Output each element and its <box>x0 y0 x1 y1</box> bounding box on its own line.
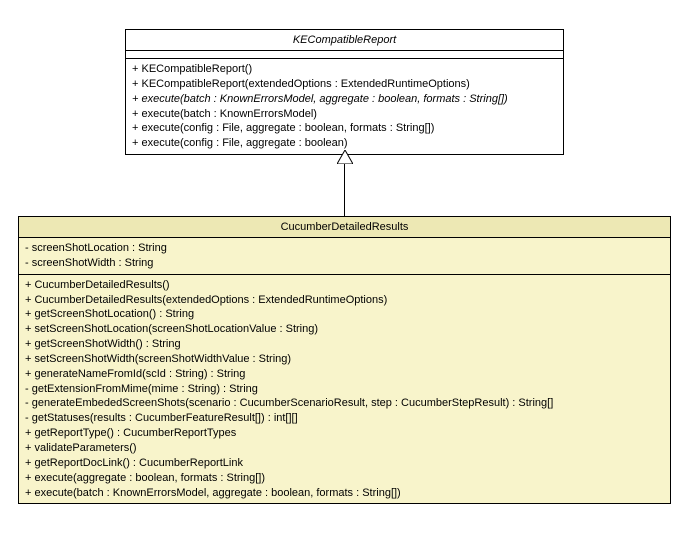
methods-section-child: + CucumberDetailedResults() + CucumberDe… <box>19 275 670 504</box>
inheritance-arrow-icon <box>337 150 353 164</box>
attributes-section-child: - screenShotLocation : String - screenSh… <box>19 238 670 275</box>
method: + setScreenShotLocation(screenShotLocati… <box>25 322 664 337</box>
uml-class-kecompatiblereport: KECompatibleReport + KECompatibleReport(… <box>125 29 564 155</box>
method: + execute(batch : KnownErrorsModel, aggr… <box>25 486 664 501</box>
class-name-cucumberdetailedresults: CucumberDetailedResults <box>19 217 670 238</box>
method: + KECompatibleReport(extendedOptions : E… <box>132 77 557 92</box>
attribute: - screenShotWidth : String <box>25 256 664 271</box>
method: + getScreenShotWidth() : String <box>25 337 664 352</box>
method: + execute(config : File, aggregate : boo… <box>132 121 557 136</box>
method: + getReportDocLink() : CucumberReportLin… <box>25 456 664 471</box>
method: + getScreenShotLocation() : String <box>25 307 664 322</box>
method: - generateEmbededScreenShots(scenario : … <box>25 396 664 411</box>
attribute: - screenShotLocation : String <box>25 241 664 256</box>
connector-line <box>344 164 345 216</box>
method: + getReportType() : CucumberReportTypes <box>25 426 664 441</box>
uml-class-cucumberdetailedresults: CucumberDetailedResults - screenShotLoca… <box>18 216 671 504</box>
class-name-kecompatiblereport: KECompatibleReport <box>126 30 563 51</box>
method: + validateParameters() <box>25 441 664 456</box>
methods-section-parent: + KECompatibleReport() + KECompatibleRep… <box>126 59 563 154</box>
method-abstract: + execute(batch : KnownErrorsModel, aggr… <box>132 92 557 107</box>
method: + generateNameFromId(scId : String) : St… <box>25 367 664 382</box>
method: + execute(batch : KnownErrorsModel) <box>132 107 557 122</box>
attributes-section-empty <box>126 51 563 59</box>
method: + execute(config : File, aggregate : boo… <box>132 136 557 151</box>
method: + CucumberDetailedResults(extendedOption… <box>25 293 664 308</box>
method: + KECompatibleReport() <box>132 62 557 77</box>
method: + execute(aggregate : boolean, formats :… <box>25 471 664 486</box>
method: - getExtensionFromMime(mime : String) : … <box>25 382 664 397</box>
method: + setScreenShotWidth(screenShotWidthValu… <box>25 352 664 367</box>
method: - getStatuses(results : CucumberFeatureR… <box>25 411 664 426</box>
method: + CucumberDetailedResults() <box>25 278 664 293</box>
